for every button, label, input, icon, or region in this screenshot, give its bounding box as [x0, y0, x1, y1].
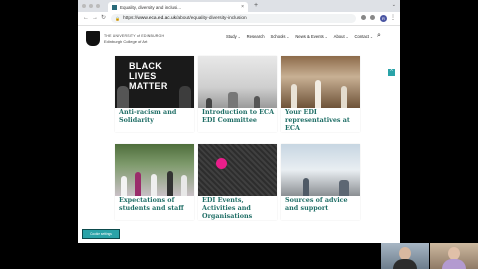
reload-icon[interactable]: ↻ — [101, 14, 106, 22]
person-shape — [339, 180, 349, 196]
card-image: BLACK LIVES MATTER — [115, 56, 194, 108]
back-to-top-button[interactable]: ^ — [388, 69, 395, 76]
browser-menu-icon[interactable]: ⋮ — [390, 14, 396, 21]
card-title[interactable]: Expectations of students and staff — [119, 196, 193, 212]
back-icon[interactable]: ← — [83, 14, 89, 22]
person-shape — [151, 174, 157, 196]
protester-figure — [179, 86, 191, 108]
blm-sign-text: BLACK LIVES MATTER — [129, 61, 168, 91]
extension-icon[interactable] — [361, 15, 366, 20]
pink-dot-shape — [216, 158, 227, 169]
statue-shape — [341, 86, 347, 108]
nav-item-about[interactable]: About — [334, 34, 349, 39]
person-shape — [135, 172, 141, 196]
extension-icon[interactable] — [370, 15, 375, 20]
main-nav: Study Research Schools News & Events Abo… — [226, 34, 373, 39]
card-title[interactable]: Anti-racism and Solidarity — [119, 108, 193, 124]
browser-toolbar: ← → ↻ 🔒 https://www.eca.ed.ac.uk/about/e… — [78, 12, 400, 26]
college-name: Edinburgh College of Art — [104, 39, 148, 44]
card-title[interactable]: Introduction to ECA EDI Committee — [202, 108, 276, 124]
artwork-shape — [206, 98, 212, 108]
participant-body — [393, 259, 417, 269]
video-participant-tile — [430, 243, 478, 269]
person-shape — [181, 175, 187, 196]
statue-shape — [291, 84, 297, 108]
browser-tab[interactable]: Equality, diversity and inclusi... × — [108, 2, 248, 12]
artwork-shape — [228, 92, 238, 108]
person-shape — [303, 178, 309, 196]
favicon-icon — [112, 4, 117, 10]
tab-title: Equality, diversity and inclusi... — [120, 4, 181, 10]
site-header: THE UNIVERSITY of EDINBURGH Edinburgh Co… — [78, 26, 400, 50]
card-edi-representatives[interactable]: Your EDI representatives at ECA — [281, 56, 360, 132]
card-image — [115, 144, 194, 196]
person-shape — [121, 176, 127, 196]
card-title[interactable]: EDI Events, Activities and Organisations — [202, 196, 276, 220]
nav-item-schools[interactable]: Schools — [271, 34, 290, 39]
university-crest-logo[interactable] — [86, 31, 100, 46]
window-dots — [82, 4, 100, 8]
cookie-settings-button[interactable]: Cookie settings — [82, 229, 120, 239]
card-title[interactable]: Your EDI representatives at ECA — [285, 108, 359, 132]
video-participant-tile — [381, 243, 429, 269]
card-advice-support[interactable]: Sources of advice and support — [281, 144, 360, 220]
protester-figure — [117, 86, 129, 108]
profile-avatar[interactable]: R — [380, 15, 387, 22]
search-icon[interactable]: ⌕ — [377, 32, 381, 40]
lock-icon: 🔒 — [115, 16, 120, 21]
artwork-shape — [254, 96, 260, 108]
window-controls[interactable]: ⌄ — [392, 2, 396, 8]
new-tab-button[interactable]: + — [254, 2, 258, 10]
card-edi-committee[interactable]: Introduction to ECA EDI Committee — [198, 56, 277, 132]
card-anti-racism[interactable]: BLACK LIVES MATTER Anti-racism and Solid… — [115, 56, 194, 132]
nav-item-news-events[interactable]: News & Events — [295, 34, 327, 39]
forward-icon[interactable]: → — [92, 14, 98, 22]
card-expectations[interactable]: Expectations of students and staff — [115, 144, 194, 220]
university-name: THE UNIVERSITY of EDINBURGH — [104, 34, 165, 38]
nav-item-study[interactable]: Study — [226, 34, 241, 39]
close-tab-icon[interactable]: × — [241, 4, 244, 10]
statue-shape — [315, 80, 321, 108]
nav-item-contact[interactable]: Contact — [355, 34, 373, 39]
participant-body — [442, 259, 466, 269]
card-image — [198, 144, 277, 196]
url-text: https://www.eca.ed.ac.uk/about/equality-… — [122, 16, 247, 21]
card-edi-events[interactable]: EDI Events, Activities and Organisations — [198, 144, 277, 220]
address-bar[interactable]: 🔒 https://www.eca.ed.ac.uk/about/equalit… — [111, 14, 356, 23]
tab-bar: Equality, diversity and inclusi... × + ⌄ — [78, 0, 400, 12]
card-title[interactable]: Sources of advice and support — [285, 196, 359, 212]
card-image — [281, 144, 360, 196]
card-image — [198, 56, 277, 108]
nav-item-research[interactable]: Research — [247, 34, 265, 39]
person-shape — [167, 171, 173, 196]
card-image — [281, 56, 360, 108]
browser-window: Equality, diversity and inclusi... × + ⌄… — [78, 0, 400, 243]
